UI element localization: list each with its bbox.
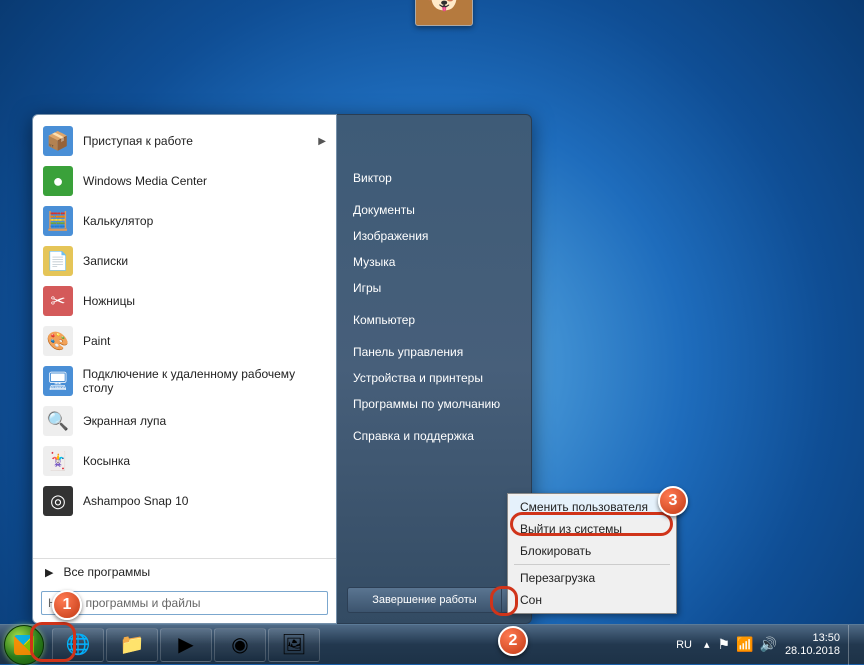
program-label: Подключение к удаленному рабочему столу xyxy=(83,367,326,395)
program-label: Ashampoo Snap 10 xyxy=(83,494,188,508)
shutdown-menu-item-2[interactable]: Блокировать xyxy=(510,540,674,562)
program-label: Windows Media Center xyxy=(83,174,207,188)
program-icon: 🎨 xyxy=(43,326,73,356)
tray-expand-icon[interactable]: ▴ xyxy=(704,638,710,651)
right-panel-item-4[interactable]: Игры xyxy=(337,275,531,301)
annotation-step-1: 1 xyxy=(52,590,82,620)
taskbar-media-player[interactable]: ▶ xyxy=(160,628,212,662)
program-icon: 📄 xyxy=(43,246,73,276)
annotation-ring-1 xyxy=(30,622,76,662)
right-panel-item-6[interactable]: Панель управления xyxy=(337,339,531,365)
program-item-2[interactable]: 🧮 Калькулятор xyxy=(35,201,334,241)
action-center-icon[interactable]: ⚑ xyxy=(718,636,731,653)
annotation-ring-2 xyxy=(490,586,518,616)
start-menu-right-pane: Виктор ДокументыИзображенияМузыкаИгры Комп… xyxy=(337,114,532,624)
program-icon: ✂ xyxy=(43,286,73,316)
taskbar-explorer[interactable]: 📁 xyxy=(106,628,158,662)
program-label: Косынка xyxy=(83,454,130,468)
start-menu-left-pane: 📦 Приступая к работе ▶● Windows Media Ce… xyxy=(32,114,337,624)
right-panel-item-8[interactable]: Программы по умолчанию xyxy=(337,391,531,417)
program-label: Экранная лупа xyxy=(83,414,166,428)
taskbar-chrome[interactable]: ◉ xyxy=(214,628,266,662)
volume-icon[interactable]: 🔊 xyxy=(760,636,777,653)
program-item-5[interactable]: 🎨 Paint xyxy=(35,321,334,361)
program-item-7[interactable]: 🔍 Экранная лупа xyxy=(35,401,334,441)
program-item-9[interactable]: ◎ Ashampoo Snap 10 xyxy=(35,481,334,521)
right-panel-item-1[interactable]: Документы xyxy=(337,197,531,223)
right-panel-item-5[interactable]: Компьютер xyxy=(337,307,531,333)
program-item-4[interactable]: ✂ Ножницы xyxy=(35,281,334,321)
language-indicator[interactable]: RU xyxy=(672,637,696,653)
annotation-ring-3 xyxy=(510,512,673,536)
annotation-step-2: 2 xyxy=(498,626,528,656)
program-label: Записки xyxy=(83,254,128,268)
network-icon[interactable]: 📶 xyxy=(736,636,753,653)
search-input[interactable]: Найти программы и файлы xyxy=(41,591,328,615)
program-icon: 🔍 xyxy=(43,406,73,436)
shutdown-menu-item-3[interactable]: Перезагрузка xyxy=(510,567,674,589)
tray-icons: ⚑ 📶 🔊 xyxy=(718,636,777,653)
shutdown-button[interactable]: Завершение работы xyxy=(347,587,501,613)
submenu-arrow-icon: ▶ xyxy=(318,136,326,147)
all-programs-label: Все программы xyxy=(63,565,150,579)
program-label: Приступая к работе xyxy=(83,134,193,148)
shutdown-menu-item-4[interactable]: Сон xyxy=(510,589,674,611)
right-panel-item-0[interactable]: Виктор xyxy=(337,165,531,191)
program-label: Калькулятор xyxy=(83,214,153,228)
program-item-8[interactable]: 🃏 Косынка xyxy=(35,441,334,481)
program-list: 📦 Приступая к работе ▶● Windows Media Ce… xyxy=(33,115,336,558)
program-icon: 🖥 xyxy=(43,366,73,396)
program-icon: 🃏 xyxy=(43,446,73,476)
program-label: Ножницы xyxy=(83,294,135,308)
program-icon: ● xyxy=(43,166,73,196)
system-tray: RU ▴ ⚑ 📶 🔊 13:50 28.10.2018 xyxy=(672,625,864,665)
taskbar-clock[interactable]: 13:50 28.10.2018 xyxy=(785,632,840,657)
user-picture[interactable]: 🐶 xyxy=(415,0,473,26)
program-item-0[interactable]: 📦 Приступая к работе ▶ xyxy=(35,121,334,161)
right-panel-item-9[interactable]: Справка и поддержка xyxy=(337,423,531,449)
program-icon: 🧮 xyxy=(43,206,73,236)
right-panel-item-2[interactable]: Изображения xyxy=(337,223,531,249)
all-programs-button[interactable]: ▶ Все программы xyxy=(33,558,336,585)
program-item-3[interactable]: 📄 Записки xyxy=(35,241,334,281)
taskbar-snap[interactable]: 🖼 xyxy=(268,628,320,662)
program-label: Paint xyxy=(83,334,110,348)
program-icon: 📦 xyxy=(43,126,73,156)
start-menu: 📦 Приступая к работе ▶● Windows Media Ce… xyxy=(32,114,532,624)
taskbar-pinned-items: 🌐 📁 ▶ ◉ 🖼 xyxy=(52,628,320,662)
annotation-step-3: 3 xyxy=(658,486,688,516)
taskbar: 🌐 📁 ▶ ◉ 🖼 RU ▴ ⚑ 📶 🔊 13:50 28.10.2018 xyxy=(0,624,864,664)
program-item-1[interactable]: ● Windows Media Center xyxy=(35,161,334,201)
show-desktop-button[interactable] xyxy=(848,625,858,665)
program-item-6[interactable]: 🖥 Подключение к удаленному рабочему стол… xyxy=(35,361,334,401)
right-panel-item-3[interactable]: Музыка xyxy=(337,249,531,275)
program-icon: ◎ xyxy=(43,486,73,516)
right-panel-item-7[interactable]: Устройства и принтеры xyxy=(337,365,531,391)
arrow-right-icon: ▶ xyxy=(45,566,53,579)
